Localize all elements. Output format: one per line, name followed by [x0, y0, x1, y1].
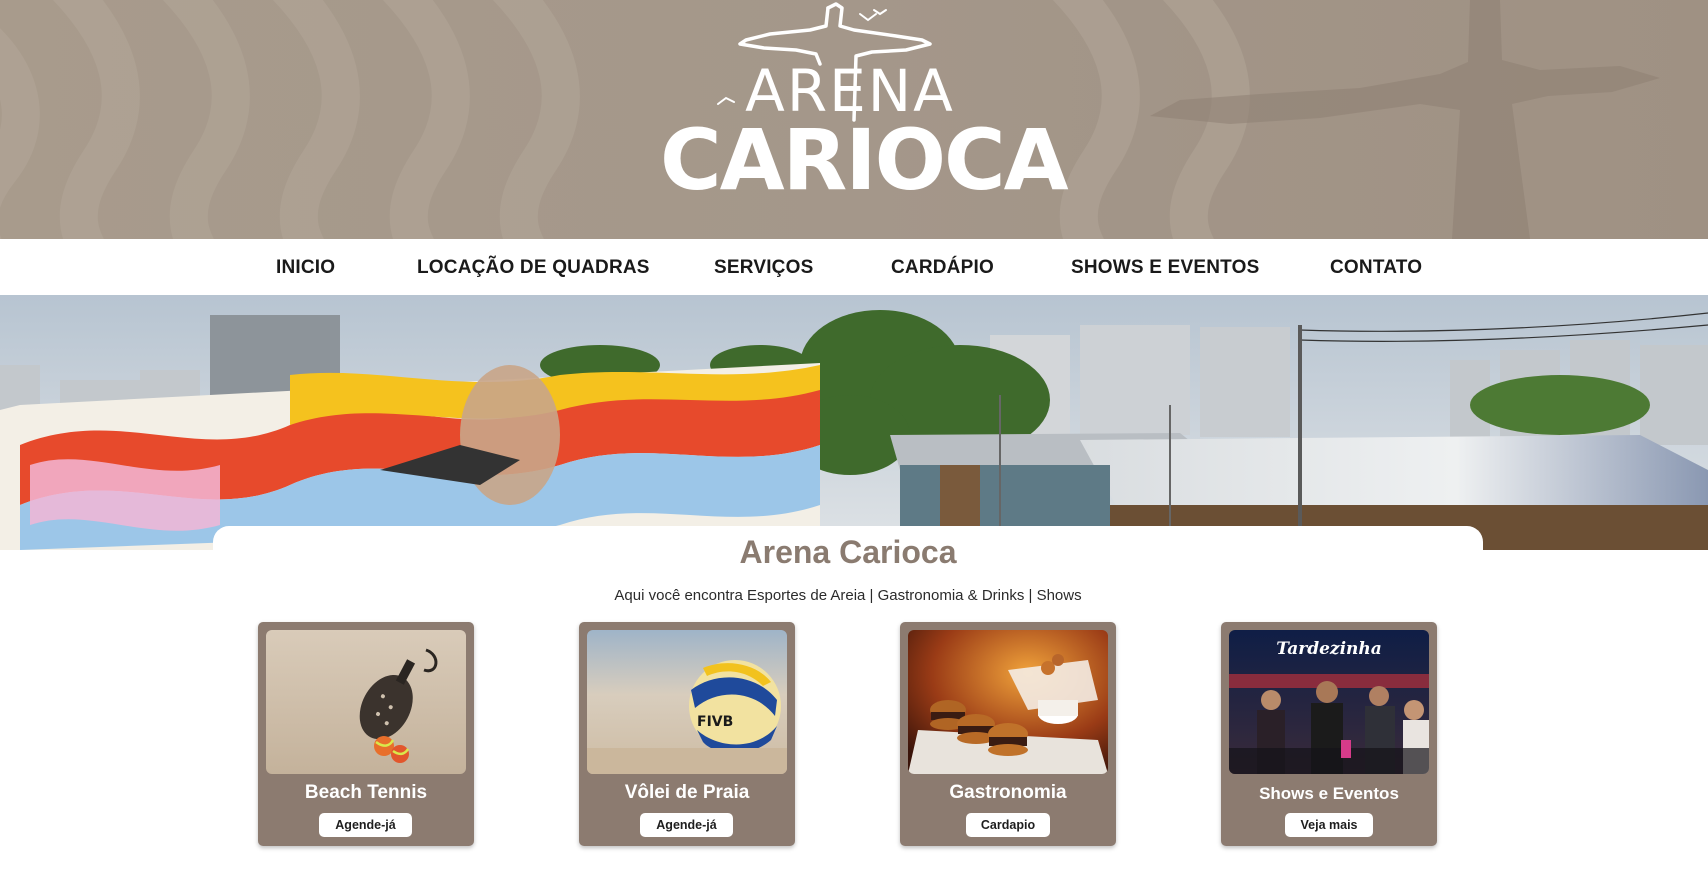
nav-item-locacao-de-quadras[interactable]: LOCAÇÃO DE QUADRAS	[417, 257, 650, 279]
card-title: Beach Tennis	[304, 782, 428, 803]
svg-text:FIVB: FIVB	[697, 714, 733, 730]
page-subtitle: Aqui você encontra Esportes de Areia | G…	[614, 587, 1082, 604]
veja-mais-button[interactable]: Veja mais	[1285, 813, 1373, 837]
agende-ja-button[interactable]: Agende-já	[640, 813, 733, 837]
card-shows-e-eventos: Tardezinha Shows e Eventos Veja mais	[1221, 622, 1437, 846]
arena-carioca-logo[interactable]: ARENA CARIOCA	[660, 0, 1069, 210]
main-nav: INICIO LOCAÇÃO DE QUADRAS SERVIÇOS CARDÁ…	[0, 239, 1708, 295]
volleyball-image: FIVB	[587, 630, 787, 774]
agende-ja-button[interactable]: Agende-já	[319, 813, 412, 837]
tardezinha-caption: Tardezinha	[1276, 639, 1382, 659]
gastronomia-image	[908, 630, 1108, 774]
card-title: Shows e Eventos	[1259, 784, 1399, 803]
card-beach-tennis: Beach Tennis Agende-já	[258, 622, 474, 846]
logo-text-carioca: CARIOCA	[660, 111, 1069, 209]
nav-item-contato[interactable]: CONTATO	[1330, 257, 1422, 279]
shows-image: Tardezinha	[1229, 630, 1429, 774]
card-volei-de-praia: FIVB Vôlei de Praia Agende-já	[579, 622, 795, 846]
nav-item-cardapio[interactable]: CARDÁPIO	[891, 257, 994, 279]
page-title: Arena Carioca	[739, 534, 957, 570]
nav-item-inicio[interactable]: INICIO	[276, 257, 335, 279]
hero-image	[0, 295, 1708, 550]
nav-item-shows-e-eventos[interactable]: SHOWS E EVENTOS	[1071, 257, 1259, 279]
card-gastronomia: Gastronomia Cardapio	[900, 622, 1116, 846]
card-title: Gastronomia	[949, 782, 1067, 803]
header-banner: ARENA CARIOCA	[0, 0, 1708, 239]
cardapio-button[interactable]: Cardapio	[966, 813, 1050, 837]
beach-tennis-image	[266, 630, 466, 774]
card-title: Vôlei de Praia	[624, 782, 750, 803]
arena-panorama-photo	[0, 295, 1708, 550]
nav-item-servicos[interactable]: SERVIÇOS	[714, 257, 813, 279]
